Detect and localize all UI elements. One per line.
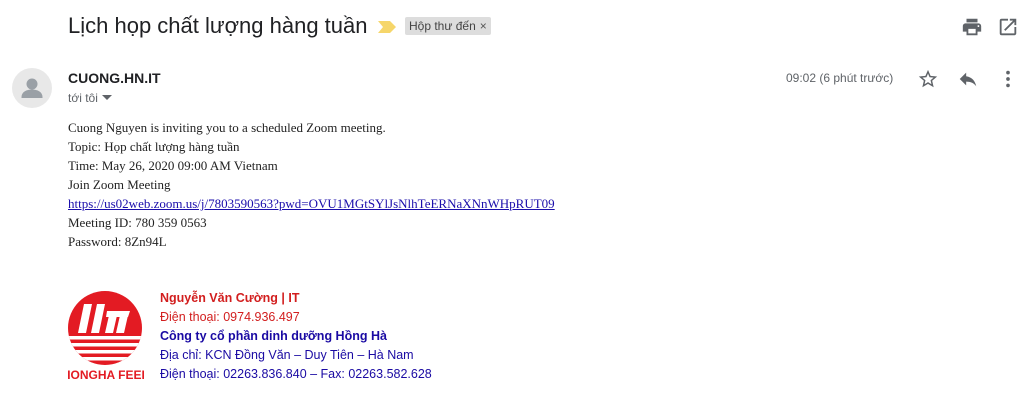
importance-marker-icon[interactable] — [378, 21, 396, 33]
hongha-feed-logo: HONGHA FEED — [68, 291, 144, 381]
caret-down-icon — [101, 95, 112, 100]
signature-company: Công ty cổ phần dinh dưỡng Hồng Hà — [160, 329, 387, 343]
email-signature: Nguyễn Văn Cường | IT Điện thoại: 0974.9… — [160, 289, 432, 384]
label-chip-inbox: Hộp thư đến × — [405, 17, 491, 35]
zoom-meeting-link[interactable]: https://us02web.zoom.us/j/7803590563?pwd… — [68, 196, 555, 211]
signature-phone-fax: Điện thoại: 02263.836.840 – Fax: 02263.5… — [160, 367, 432, 381]
body-line: Time: May 26, 2020 09:00 AM Vietnam — [68, 158, 278, 173]
recipient-text: tới tôi — [68, 91, 98, 105]
reply-icon[interactable] — [957, 68, 979, 90]
more-vert-icon[interactable] — [997, 68, 1019, 90]
remove-label-button[interactable]: × — [480, 19, 487, 33]
open-in-new-window-icon[interactable] — [997, 16, 1019, 38]
star-icon[interactable] — [917, 68, 939, 90]
sender-name[interactable]: CUONG.HN.IT — [68, 70, 161, 86]
body-line: Topic: Họp chất lượng hàng tuần — [68, 139, 240, 154]
body-line: Meeting ID: 780 359 0563 — [68, 215, 207, 230]
email-body: Cuong Nguyen is inviting you to a schedu… — [68, 118, 555, 251]
sender-avatar[interactable] — [12, 68, 52, 108]
label-chip-text: Hộp thư đến — [409, 19, 476, 33]
print-icon[interactable] — [961, 16, 983, 38]
email-timestamp: 09:02 (6 phút trước) — [786, 71, 894, 85]
body-line: Password: 8Zn94L — [68, 234, 167, 249]
email-subject: Lịch họp chất lượng hàng tuần — [68, 13, 368, 38]
svg-text:HONGHA FEED: HONGHA FEED — [68, 368, 144, 381]
signature-address: Địa chỉ: KCN Đồng Văn – Duy Tiên – Hà Na… — [160, 348, 414, 362]
body-line: Join Zoom Meeting — [68, 177, 171, 192]
signature-name: Nguyễn Văn Cường | IT — [160, 291, 300, 305]
recipient-details-toggle[interactable]: tới tôi — [68, 91, 112, 105]
body-line: Cuong Nguyen is inviting you to a schedu… — [68, 120, 386, 135]
avatar-icon — [21, 78, 43, 98]
signature-phone: Điện thoại: 0974.936.497 — [160, 310, 300, 324]
